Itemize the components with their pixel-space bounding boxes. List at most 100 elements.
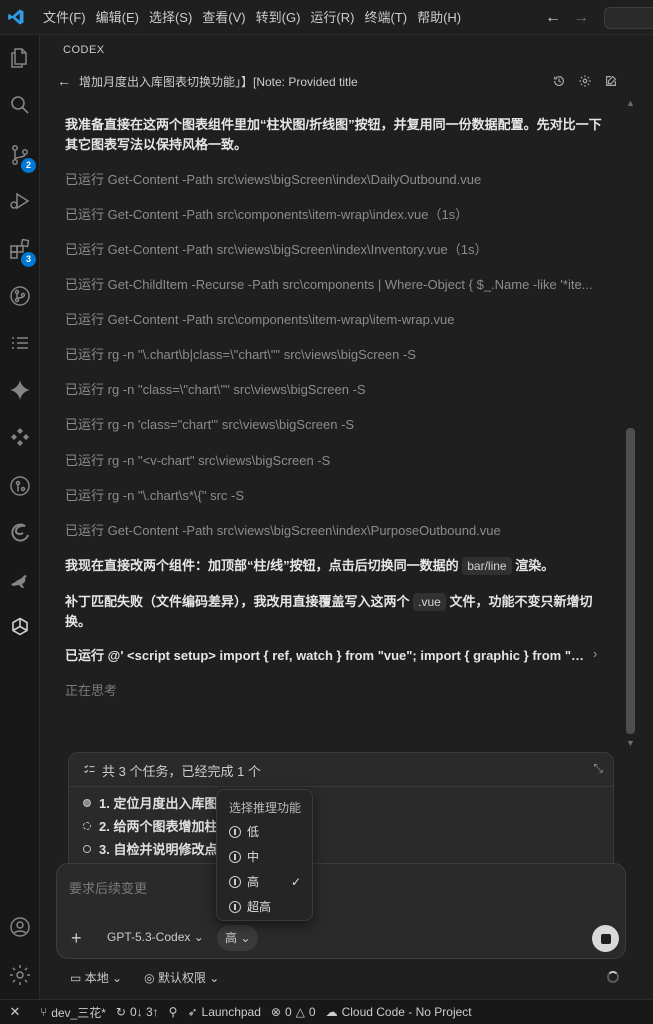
- back-icon[interactable]: ←: [57, 73, 71, 89]
- assistant-message: 我现在直接改两个组件：加顶部“柱/线”按钮，点击后切换同一数据的 bar/lin…: [65, 556, 605, 576]
- run-prefix: 已运行: [65, 648, 105, 663]
- run-command-row[interactable]: 已运行 @' <script setup> import { ref, watc…: [65, 646, 585, 666]
- stop-button[interactable]: [592, 925, 619, 952]
- task-label: 3. 自检并说明修改点: [99, 842, 218, 857]
- graph-status[interactable]: ⚲: [169, 1005, 178, 1019]
- rocket-icon: ➶: [187, 1005, 198, 1019]
- settings-icon[interactable]: [578, 74, 592, 88]
- menu-file[interactable]: 文件(F): [38, 0, 91, 35]
- source-control-icon[interactable]: 2: [0, 137, 40, 173]
- forward-arrow-icon[interactable]: →: [573, 9, 589, 27]
- activity-bar: 2 3: [0, 35, 40, 999]
- location-select[interactable]: ▭ 本地 ⌄: [70, 969, 122, 986]
- remote-git-icon[interactable]: [0, 468, 40, 504]
- back-arrow-icon[interactable]: ←: [545, 9, 561, 27]
- branch-status[interactable]: ⑂ dev_三花*: [40, 1004, 106, 1021]
- account-icon[interactable]: [0, 909, 40, 945]
- effort-icon: [229, 850, 241, 863]
- run-prefix: 已运行: [65, 347, 105, 362]
- search-icon[interactable]: [0, 87, 40, 123]
- task-progress-icon: [83, 821, 91, 830]
- reasoning-effort-select[interactable]: 高 ⌄: [217, 925, 259, 951]
- run-command-row[interactable]: 已运行 Get-Content -Path src\components\ite…: [65, 310, 605, 330]
- warning-icon: △: [295, 1005, 305, 1019]
- run-debug-icon[interactable]: [0, 183, 40, 219]
- run-prefix: 已运行: [65, 207, 105, 222]
- reasoning-option[interactable]: 超高: [229, 898, 309, 915]
- message-text: 渲染。: [515, 558, 555, 573]
- settings-gear-icon[interactable]: [0, 957, 40, 993]
- divider: [69, 786, 613, 787]
- run-command: rg -n "class=\"chart\"" src\views\bigScr…: [107, 382, 366, 397]
- run-command-row[interactable]: 已运行 rg -n "<v-chart" src\views\bigScreen…: [65, 451, 605, 471]
- scroll-down-arrow-icon[interactable]: ▼: [626, 738, 635, 748]
- reasoning-option-selected[interactable]: 高 ✓: [229, 873, 309, 890]
- menu-bar: 文件(F) 编辑(E) 选择(S) 查看(V) 转到(G) 运行(R) 终端(T…: [38, 0, 466, 35]
- components-icon[interactable]: [0, 419, 40, 455]
- new-chat-icon[interactable]: [604, 74, 618, 88]
- menu-selection[interactable]: 选择(S): [144, 0, 197, 35]
- task-card: 共 3 个任务，已经完成 1 个 ⤡ 1. 定位月度出入库图 2. 给两个图表增…: [68, 752, 614, 872]
- run-command-row[interactable]: 已运行 rg -n "\.chart\b|class=\"chart\"" sr…: [65, 345, 605, 365]
- remote-icon[interactable]: ✕: [0, 1004, 30, 1020]
- run-prefix: 已运行: [65, 523, 105, 538]
- run-prefix: 已运行: [65, 312, 105, 327]
- explorer-icon[interactable]: [0, 40, 40, 76]
- permission-label: 默认权限: [157, 971, 206, 985]
- chevron-down-icon: ⌄: [240, 931, 251, 945]
- menu-view[interactable]: 查看(V): [197, 0, 250, 35]
- menu-run[interactable]: 运行(R): [305, 0, 359, 35]
- run-command-row[interactable]: 已运行 Get-Content -Path src\views\bigScree…: [65, 240, 605, 260]
- chevron-down-icon: ⌄: [193, 930, 204, 944]
- message-text: 补丁匹配失败（文件编码差异），我改用直接覆盖写入这两个: [65, 594, 410, 609]
- problems-status[interactable]: ⊗ 0 △ 0: [271, 1005, 316, 1019]
- reasoning-option[interactable]: 中: [229, 848, 309, 865]
- collapse-icon[interactable]: ⤡: [593, 761, 603, 776]
- launchpad-status[interactable]: ➶ Launchpad: [187, 1005, 260, 1019]
- task-item: 3. 自检并说明修改点: [83, 839, 217, 858]
- task-list-icon[interactable]: [0, 325, 40, 361]
- check-icon: ✓: [290, 874, 301, 889]
- sync-status[interactable]: ↻ 0↓ 3↑: [116, 1005, 159, 1019]
- extensions-badge: 3: [21, 252, 36, 267]
- run-command-row[interactable]: 已运行 Get-Content -Path src\views\bigScree…: [65, 521, 605, 541]
- model-select[interactable]: GPT-5.3-Codex ⌄: [107, 930, 204, 944]
- run-command: Get-Content -Path src\components\item-wr…: [107, 312, 455, 327]
- openai-codex-icon[interactable]: [0, 609, 40, 645]
- permission-select[interactable]: ◎ 默认权限 ⌄: [144, 969, 219, 986]
- run-command-row[interactable]: 已运行 Get-ChildItem -Recurse -Path src\com…: [65, 275, 605, 295]
- followup-input[interactable]: 要求后续变更: [69, 878, 147, 897]
- expand-chevron-icon[interactable]: ›: [593, 646, 597, 661]
- run-command-row[interactable]: 已运行 Get-Content -Path src\components\ite…: [65, 205, 605, 225]
- command-center-search[interactable]: [604, 7, 653, 29]
- ai-sparkle-icon[interactable]: [0, 372, 40, 408]
- task-label: 1. 定位月度出入库图: [99, 796, 218, 811]
- reasoning-option[interactable]: 低: [229, 823, 309, 840]
- stop-icon: [600, 933, 611, 944]
- nav-arrows: ← →: [545, 0, 589, 35]
- conversation-header: ← 增加月度出入库图表切换功能」】[Note: Provided title: [41, 69, 640, 93]
- run-command-row[interactable]: 已运行 rg -n "class=\"chart\"" src\views\bi…: [65, 380, 605, 400]
- history-icon[interactable]: [552, 74, 566, 88]
- cloud-code-status[interactable]: ☁ Cloud Code - No Project: [326, 1005, 472, 1019]
- run-prefix: 已运行: [65, 453, 105, 468]
- run-command-row[interactable]: 已运行 Get-Content -Path src\views\bigScree…: [65, 170, 605, 190]
- menu-edit[interactable]: 编辑(E): [91, 0, 144, 35]
- scrollbar-thumb[interactable]: [626, 428, 635, 734]
- warning-count: 0: [308, 1005, 316, 1019]
- option-label: 高: [247, 875, 260, 889]
- kangaroo-icon[interactable]: [0, 562, 40, 598]
- checklist-icon: [83, 763, 96, 779]
- run-command-row[interactable]: 已运行 rg -n 'class="chart"' src\views\bigS…: [65, 415, 605, 435]
- add-attachment-icon[interactable]: +: [71, 928, 82, 949]
- run-prefix: 已运行: [65, 242, 105, 257]
- scroll-up-arrow-icon[interactable]: ▲: [626, 98, 635, 108]
- run-command-row[interactable]: 已运行 rg -n "\.chart\s*\{" src -S: [65, 486, 605, 506]
- menu-help[interactable]: 帮助(H): [412, 0, 466, 35]
- extensions-icon[interactable]: 3: [0, 231, 40, 267]
- git-graph-icon[interactable]: [0, 278, 40, 314]
- monitor-icon: ▭: [70, 971, 82, 985]
- menu-terminal[interactable]: 终端(T): [359, 0, 412, 35]
- menu-go[interactable]: 转到(G): [251, 0, 306, 35]
- edge-browser-icon[interactable]: [0, 515, 40, 551]
